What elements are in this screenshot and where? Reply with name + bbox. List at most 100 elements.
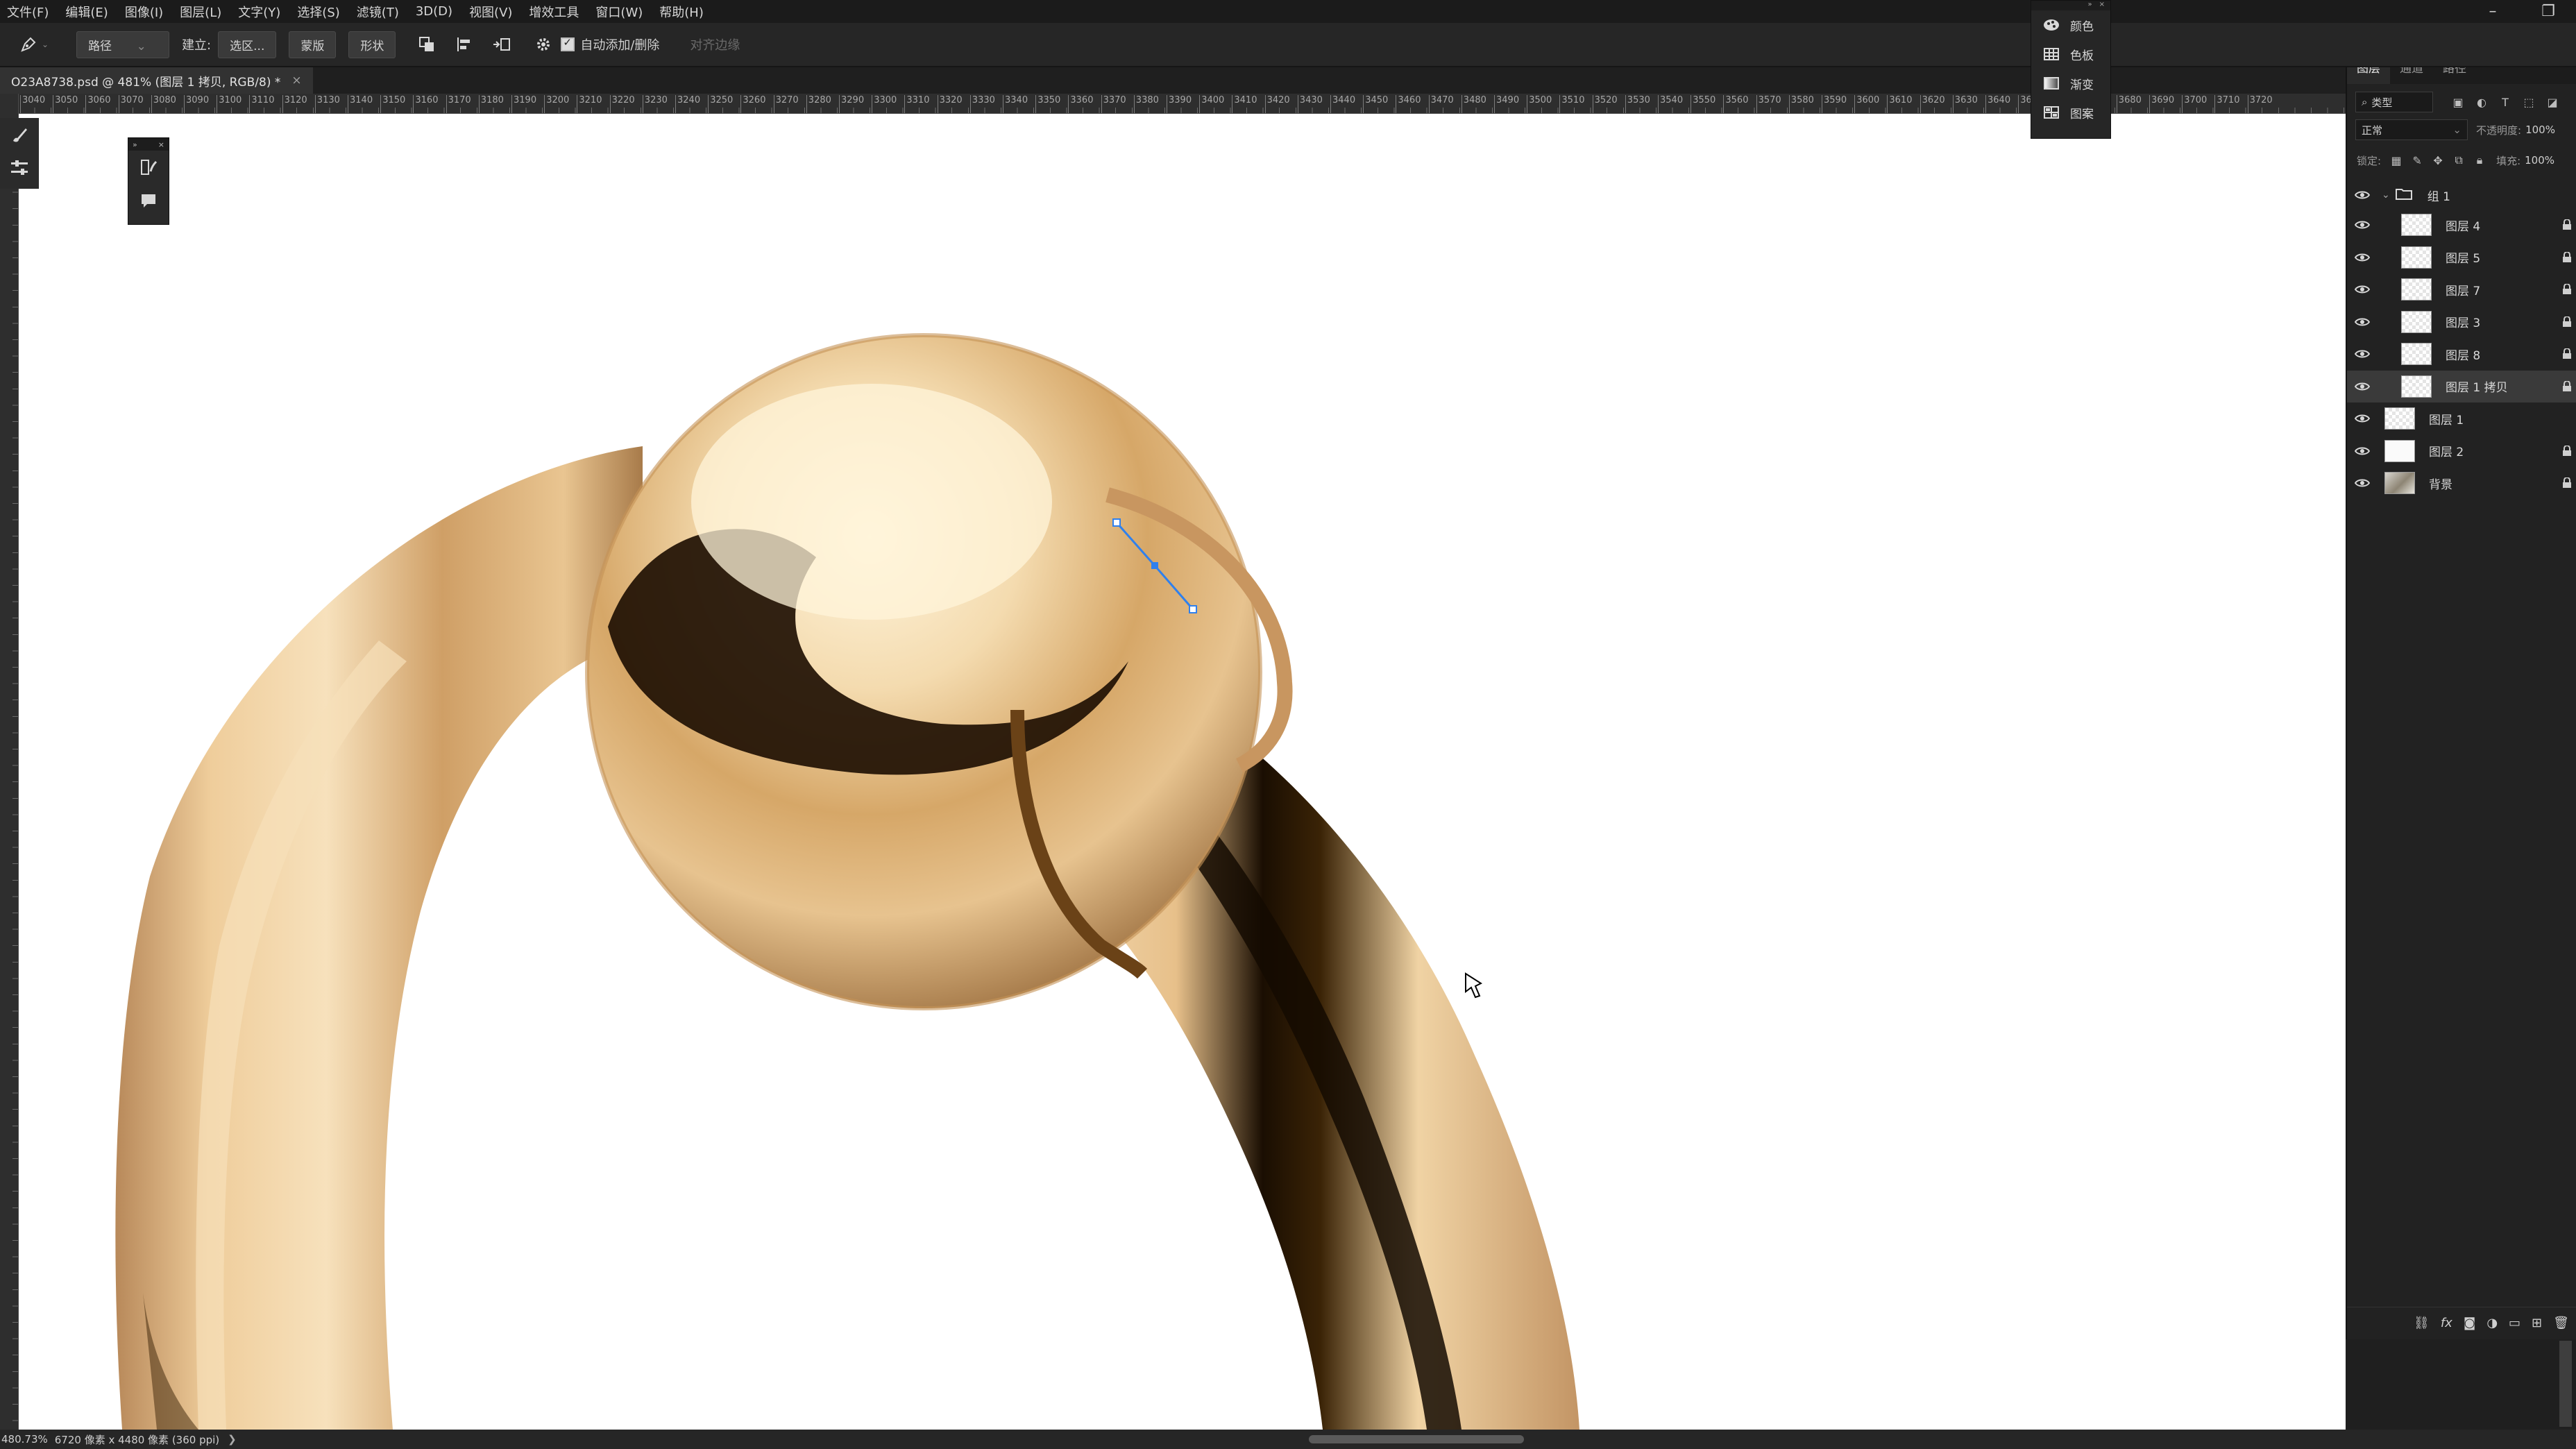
- layer-thumbnail[interactable]: [2401, 375, 2432, 398]
- menu-filter[interactable]: 滤镜(T): [350, 3, 409, 21]
- horizontal-ruler[interactable]: 3040 3050 3060 3070 3080 3090 3100 3110 3120 3130…: [18, 94, 2346, 114]
- collapse-icon[interactable]: »: [2087, 1, 2092, 10]
- pattern-panel-button[interactable]: 图案: [2031, 98, 2110, 127]
- lock-position-icon[interactable]: ✥: [2430, 152, 2446, 169]
- layer-row[interactable]: 图层 2: [2347, 435, 2576, 467]
- shape-filter-icon[interactable]: ⬚: [2520, 94, 2537, 110]
- minimize-button[interactable]: –: [2465, 0, 2520, 23]
- mini-panel-header[interactable]: » ×: [128, 138, 169, 151]
- layer-name[interactable]: 图层 3: [2446, 313, 2557, 330]
- lock-transparent-icon[interactable]: ▦: [2388, 152, 2405, 169]
- swatches-panel-button[interactable]: 色板: [2031, 40, 2110, 69]
- menu-edit[interactable]: 编辑(E): [58, 3, 117, 21]
- layer-group-row[interactable]: ⌄ 组 1: [2347, 181, 2576, 209]
- make-shape-button[interactable]: 形状: [348, 31, 396, 58]
- menu-help[interactable]: 帮助(H): [652, 3, 713, 21]
- menu-plugins[interactable]: 增效工具: [522, 3, 588, 21]
- visibility-eye-icon[interactable]: [2347, 478, 2378, 488]
- vertical-scrollbar[interactable]: [2559, 1341, 2572, 1427]
- vertical-ruler[interactable]: [0, 94, 19, 1430]
- menu-file[interactable]: 文件(F): [0, 3, 58, 21]
- gradient-panel-button[interactable]: 渐变: [2031, 69, 2110, 98]
- visibility-eye-icon[interactable]: [2347, 190, 2378, 200]
- lock-pixels-icon[interactable]: ✎: [2409, 152, 2425, 169]
- color-panel-button[interactable]: 颜色: [2031, 10, 2110, 40]
- close-icon[interactable]: ×: [2099, 1, 2105, 10]
- layer-name[interactable]: 背景: [2429, 475, 2557, 492]
- layer-row[interactable]: 图层 1: [2347, 402, 2576, 434]
- menu-image[interactable]: 图像(I): [118, 3, 173, 21]
- fill-input[interactable]: 100%: [2525, 154, 2554, 167]
- canvas[interactable]: [18, 113, 2346, 1430]
- layer-thumbnail[interactable]: [2401, 246, 2432, 269]
- path-arrangement-button[interactable]: [491, 34, 512, 55]
- adjustment-filter-icon[interactable]: ◐: [2473, 94, 2490, 110]
- layer-name[interactable]: 图层 4: [2446, 217, 2557, 234]
- chevron-down-icon[interactable]: ⌄: [2382, 189, 2390, 201]
- new-layer-icon[interactable]: ⊞: [2532, 1316, 2542, 1330]
- anchor-point[interactable]: [1151, 562, 1158, 569]
- mask-icon[interactable]: ◙: [2464, 1316, 2475, 1330]
- link-icon[interactable]: ⛓: [2414, 1316, 2430, 1330]
- dock-header[interactable]: » ×: [2031, 1, 2110, 10]
- layer-thumbnail[interactable]: [2384, 439, 2415, 462]
- collapse-icon[interactable]: »: [133, 140, 137, 149]
- layer-row[interactable]: 图层 3: [2347, 306, 2576, 338]
- layer-row[interactable]: 图层 8: [2347, 338, 2576, 370]
- settings-button[interactable]: [533, 34, 554, 55]
- anchor-point[interactable]: [1112, 518, 1121, 527]
- visibility-eye-icon[interactable]: [2347, 253, 2378, 262]
- layer-thumbnail[interactable]: [2401, 310, 2432, 333]
- visibility-eye-icon[interactable]: [2347, 285, 2378, 294]
- comments-button[interactable]: [128, 184, 169, 217]
- brush-tool[interactable]: [0, 118, 39, 151]
- menu-3d[interactable]: 3D(D): [409, 4, 462, 19]
- smart-object-filter-icon[interactable]: ◪: [2544, 94, 2561, 110]
- visibility-eye-icon[interactable]: [2347, 317, 2378, 327]
- menu-view[interactable]: 视图(V): [462, 3, 522, 21]
- menu-window[interactable]: 窗口(W): [588, 3, 652, 21]
- layer-thumbnail[interactable]: [2384, 472, 2415, 494]
- visibility-eye-icon[interactable]: [2347, 220, 2378, 230]
- visibility-eye-icon[interactable]: [2347, 382, 2378, 391]
- brush-settings-button[interactable]: [128, 151, 169, 184]
- make-mask-button[interactable]: 蒙版: [289, 31, 337, 58]
- blend-mode-select[interactable]: 正常 ⌄: [2355, 119, 2468, 140]
- path-operations-button[interactable]: [416, 34, 437, 55]
- close-icon[interactable]: ×: [158, 140, 164, 149]
- lock-artboard-icon[interactable]: ⧉: [2450, 152, 2467, 169]
- chevron-down-icon[interactable]: ⌄: [42, 40, 49, 49]
- image-filter-icon[interactable]: ▣: [2450, 94, 2466, 110]
- menu-layer[interactable]: 图层(L): [173, 3, 231, 21]
- status-menu-arrow[interactable]: ❯: [228, 1433, 237, 1446]
- visibility-eye-icon[interactable]: [2347, 414, 2378, 423]
- tool-mode-select[interactable]: 路径 ⌄: [76, 31, 170, 58]
- auto-add-delete-checkbox[interactable]: [561, 36, 575, 51]
- visibility-eye-icon[interactable]: [2347, 349, 2378, 359]
- fx-icon[interactable]: fx: [2441, 1316, 2452, 1330]
- layer-thumbnail[interactable]: [2401, 278, 2432, 300]
- make-selection-button[interactable]: 选区...: [218, 31, 277, 58]
- menu-select[interactable]: 选择(S): [290, 3, 349, 21]
- layer-row[interactable]: 背景: [2347, 467, 2576, 499]
- path-alignment-button[interactable]: [454, 34, 475, 55]
- ruler-corner[interactable]: [0, 94, 18, 113]
- trash-icon[interactable]: 🗑︎: [2553, 1316, 2569, 1330]
- document-tab[interactable]: O23A8738.psd @ 481% (图层 1 拷贝, RGB/8) * ×: [0, 67, 313, 94]
- layer-name[interactable]: 图层 5: [2446, 248, 2557, 266]
- opacity-input[interactable]: 100%: [2525, 124, 2555, 136]
- lock-all-icon[interactable]: 🔒︎: [2471, 152, 2488, 169]
- adjustment-icon[interactable]: ◑: [2486, 1316, 2498, 1330]
- restore-button[interactable]: ❐: [2520, 0, 2576, 23]
- menu-type[interactable]: 文字(Y): [231, 3, 290, 21]
- type-filter-icon[interactable]: T: [2497, 94, 2514, 110]
- zoom-level[interactable]: 480.73%: [1, 1433, 48, 1446]
- layer-name[interactable]: 图层 1: [2429, 410, 2557, 427]
- layer-row[interactable]: 图层 7: [2347, 273, 2576, 305]
- adjustments-tool[interactable]: [0, 151, 39, 185]
- layer-row[interactable]: 图层 1 拷贝: [2347, 370, 2576, 402]
- layer-name[interactable]: 图层 7: [2446, 281, 2557, 298]
- layer-thumbnail[interactable]: [2401, 214, 2432, 236]
- layer-thumbnail[interactable]: [2401, 343, 2432, 365]
- pen-tool-preset[interactable]: [18, 34, 39, 55]
